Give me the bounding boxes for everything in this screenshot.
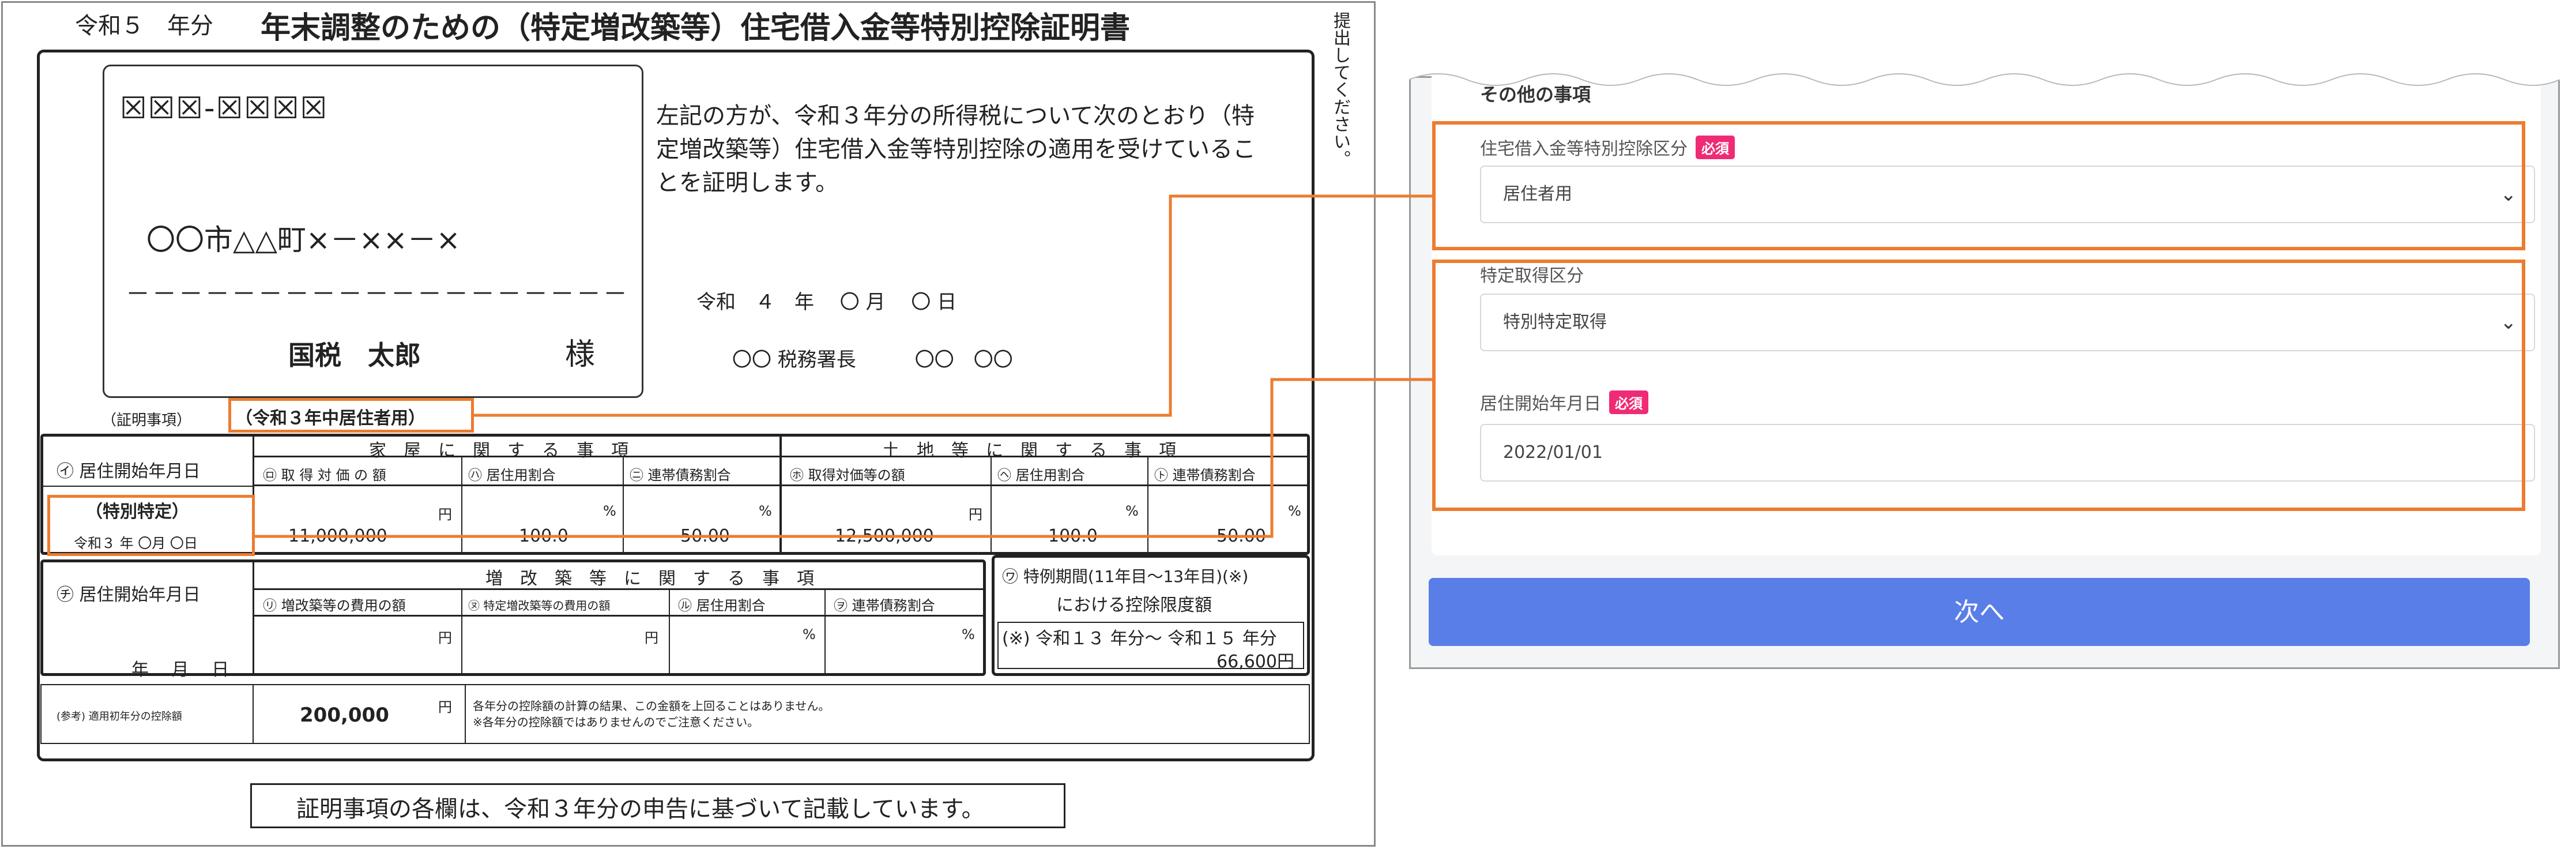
divider [1147, 457, 1148, 553]
t2-date-blank: 年 月 日 [131, 660, 229, 680]
recipient-name: 国税 太郎 [288, 340, 421, 371]
divider [461, 589, 462, 674]
ref-note2: ※各年分の控除額ではありませんのでご注意ください。 [473, 715, 759, 729]
postal-code: ☒☒☒-☒☒☒☒ [120, 91, 329, 126]
t1-unit: % [603, 503, 616, 519]
t1-value: 100.0 [1048, 526, 1098, 546]
cert-label: （証明事項） [101, 412, 192, 429]
recipient-honorific: 様 [565, 337, 596, 372]
t1-col: ㋬ 居住用割合 [997, 467, 1085, 483]
doc-footer: 証明事項の各欄は、令和３年分の申告に基づいて記載しています。 [296, 796, 985, 822]
t2-col: ㋾ 連帯債務割合 [834, 598, 935, 614]
t1-unit: % [1288, 503, 1301, 519]
loan-type-highlight [1432, 121, 2525, 250]
t1-unit: 円 [969, 506, 982, 523]
t2-unit: % [962, 626, 975, 643]
divider [253, 562, 254, 674]
t3-line1: ㋻ 特例期間(11年目～13年目)(※) [1002, 567, 1249, 586]
tax-office: 〇〇 税務署長 〇〇 〇〇 [732, 348, 1013, 371]
t1-col: ㋩ 居住用割合 [468, 467, 556, 483]
t1-unit: 円 [438, 506, 452, 523]
t2-col: ㋦ 特定増改築等の費用の額 [468, 599, 611, 613]
t2-unit: % [803, 626, 816, 643]
divider [669, 589, 670, 674]
divider [254, 615, 984, 617]
t3-line2: における控除限度額 [1056, 595, 1212, 615]
t2-col: ㋸ 居住用割合 [678, 598, 766, 614]
t1-value: 11,000,000 [288, 526, 387, 546]
t1-value: 12,500,000 [835, 526, 934, 546]
ref-value: 200,000 [300, 704, 389, 727]
t1-value: 100.0 [519, 526, 568, 546]
doc-year-label: 令和５ 年分 [75, 13, 213, 39]
t2-col: ㋷ 増改築等の費用の額 [263, 598, 406, 614]
t3-line3: (※) 令和１３ 年分～ 令和１５ 年分 [1002, 629, 1277, 649]
torn-edge [1409, 62, 2560, 86]
issue-date: 令和 ４ 年 〇 月 〇 日 [696, 291, 957, 314]
t1-value: 50.00 [680, 526, 730, 546]
t1-unit: % [1125, 503, 1139, 519]
doc-title: 年末調整のための（特定増改築等）住宅借入金等特別控除証明書 [261, 10, 1131, 46]
divider [253, 685, 254, 743]
t1-col: ㋺ 取 得 対 価 の 額 [263, 467, 386, 483]
t1-row-label: ㋑ 居住開始年月日 [57, 461, 201, 482]
divider [465, 685, 466, 743]
divider [461, 457, 462, 553]
ref-label: (参考) 適用初年分の控除額 [57, 711, 182, 723]
doc-body-text: 左記の方が、令和３年分の所得税について次のとおり（特定増改築等）住宅借入金等特別… [656, 103, 1256, 196]
t1-land-header: 土 地 等 に 関 す る 事 項 [882, 441, 1176, 461]
next-button[interactable]: 次へ [1429, 578, 2530, 646]
special-highlight [47, 495, 255, 556]
t1-col: ㋭ 取得対価等の額 [790, 467, 905, 483]
acquisition-highlight [1432, 260, 2525, 511]
t1-col: ㋥ 連帯債務割合 [630, 467, 731, 483]
cert-type-highlight [228, 398, 474, 433]
t2-row-label: ㋠ 居住開始年月日 [57, 585, 201, 605]
divider [43, 486, 254, 487]
ref-note1: 各年分の控除額の計算の結果、この金額を上回ることはありません。 [473, 699, 830, 713]
t3-value: 66,600円 [1217, 652, 1294, 672]
t2-header: 増 改 築 等 に 関 す る 事 項 [485, 569, 814, 589]
t2-unit: 円 [645, 630, 658, 646]
ref-unit: 円 [438, 699, 452, 715]
address-dashes: －－－－－－－－－－－－－－－－－－－ [126, 280, 630, 308]
address: 〇〇市△△町×－××－× [146, 223, 461, 257]
t1-unit: % [759, 503, 772, 519]
divider [623, 457, 624, 553]
t1-col: ㋣ 連帯債務割合 [1154, 467, 1256, 483]
t2-unit: 円 [438, 630, 452, 646]
t1-value: 50.00 [1217, 526, 1266, 546]
doc-side-note: 提出してください。 [1330, 12, 1350, 167]
divider [991, 457, 992, 553]
divider [824, 589, 826, 674]
t1-house-header: 家 屋 に 関 す る 事 項 [369, 441, 628, 461]
divider [779, 436, 782, 553]
